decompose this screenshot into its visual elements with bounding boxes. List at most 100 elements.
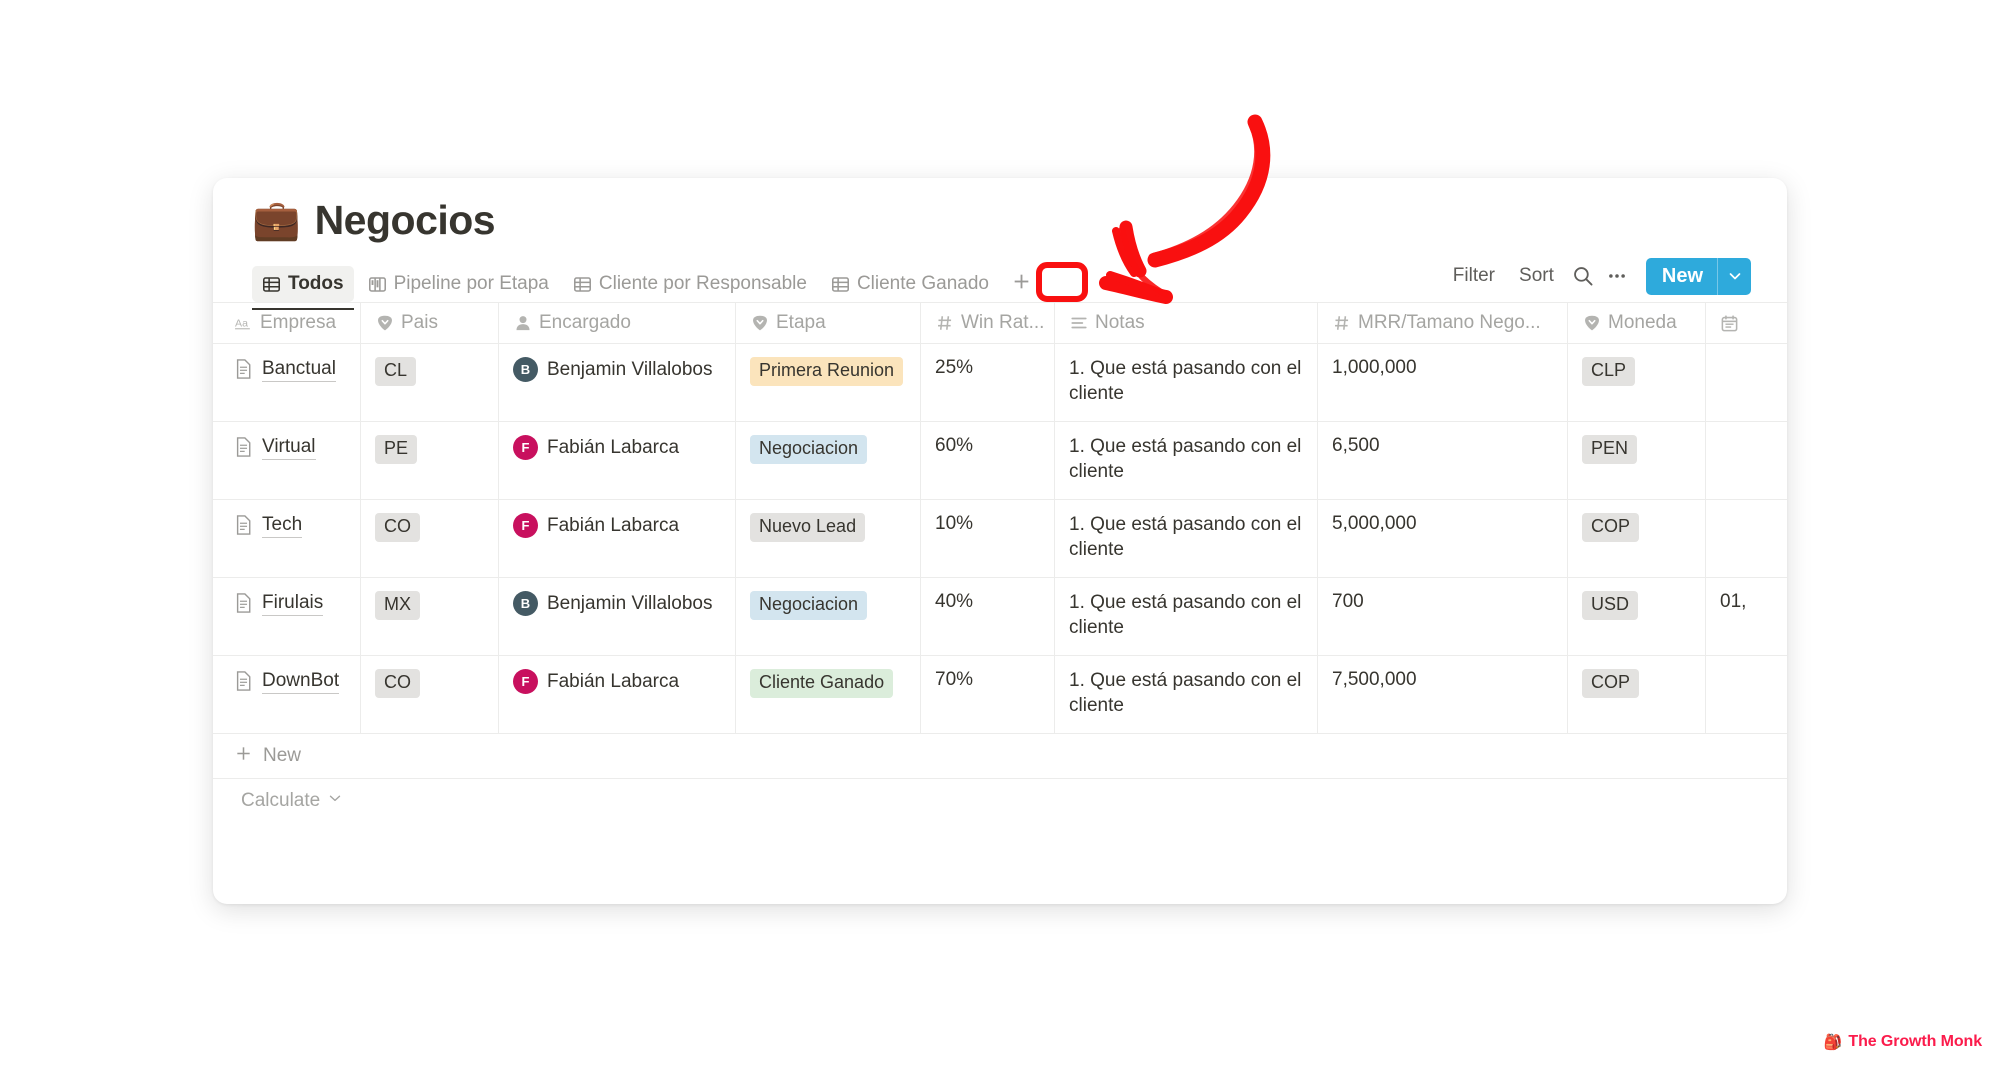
new-row-button[interactable]: New <box>213 734 1787 779</box>
cell-moneda[interactable]: COP <box>1568 500 1706 577</box>
column-header-mrr[interactable]: MRR/Tamano Nego... <box>1318 303 1568 343</box>
cell-mrr[interactable]: 700 <box>1318 578 1568 655</box>
cell-encargado[interactable]: F Fabián Labarca <box>499 422 736 499</box>
mrr-value: 7,500,000 <box>1332 669 1417 690</box>
page-title: Negocios <box>314 196 496 243</box>
cell-fecha[interactable] <box>1706 344 1787 421</box>
cell-fecha[interactable] <box>1706 500 1787 577</box>
cell-pais[interactable]: CO <box>361 656 499 733</box>
column-label: Empresa <box>260 312 337 333</box>
page-title-row: 💼 Negocios <box>213 178 1787 240</box>
empresa-link[interactable]: DownBot <box>262 669 340 694</box>
cell-mrr[interactable]: 6,500 <box>1318 422 1568 499</box>
column-header-win-rate[interactable]: Win Rat... <box>921 303 1055 343</box>
cell-win-rate[interactable]: 25% <box>921 344 1055 421</box>
notas-value: 1. Que está pasando con el cliente <box>1069 592 1302 638</box>
column-header-etapa[interactable]: Etapa <box>736 303 921 343</box>
cell-empresa[interactable]: Banctual <box>213 344 361 421</box>
sort-button[interactable]: Sort <box>1507 259 1566 293</box>
cell-mrr[interactable]: 5,000,000 <box>1318 500 1568 577</box>
cell-notas[interactable]: 1. Que está pasando con el cliente <box>1055 500 1318 577</box>
avatar: B <box>513 591 538 616</box>
cell-notas[interactable]: 1. Que está pasando con el cliente <box>1055 656 1318 733</box>
cell-etapa[interactable]: Cliente Ganado <box>736 656 921 733</box>
cell-etapa[interactable]: Primera Reunion <box>736 344 921 421</box>
calculate-button[interactable]: Calculate <box>213 779 1787 823</box>
table-row[interactable]: Virtual PE F Fabián Labarca Negociacion … <box>213 422 1787 500</box>
column-label: Encargado <box>539 312 631 333</box>
tab-cliente-por-responsable[interactable]: Cliente por Responsable <box>563 266 817 302</box>
empresa-link[interactable]: Banctual <box>262 357 336 382</box>
column-header-encargado[interactable]: Encargado <box>499 303 736 343</box>
mrr-value: 700 <box>1332 591 1364 612</box>
column-header-pais[interactable]: Pais <box>361 303 499 343</box>
filter-button[interactable]: Filter <box>1441 259 1507 293</box>
table-icon <box>573 275 592 294</box>
cell-mrr[interactable]: 7,500,000 <box>1318 656 1568 733</box>
table-row[interactable]: Firulais MX B Benjamin Villalobos Negoci… <box>213 578 1787 656</box>
cell-encargado[interactable]: B Benjamin Villalobos <box>499 578 736 655</box>
cell-encargado[interactable]: B Benjamin Villalobos <box>499 344 736 421</box>
empresa-link[interactable]: Tech <box>262 513 303 538</box>
cell-pais[interactable]: PE <box>361 422 499 499</box>
watermark-text: The Growth Monk <box>1848 1033 1982 1050</box>
cell-empresa[interactable]: Firulais <box>213 578 361 655</box>
moneda-tag: PEN <box>1582 435 1638 464</box>
cell-empresa[interactable]: Virtual <box>213 422 361 499</box>
cell-win-rate[interactable]: 10% <box>921 500 1055 577</box>
cell-etapa[interactable]: Negociacion <box>736 578 921 655</box>
column-header-fecha[interactable] <box>1706 303 1787 343</box>
new-button[interactable]: New <box>1645 257 1751 295</box>
add-view-button[interactable] <box>1005 268 1037 300</box>
person-name: Fabián Labarca <box>547 670 680 692</box>
ellipsis-icon[interactable] <box>1600 260 1634 292</box>
cell-etapa[interactable]: Nuevo Lead <box>736 500 921 577</box>
cell-moneda[interactable]: USD <box>1568 578 1706 655</box>
empresa-link[interactable]: Virtual <box>262 435 316 460</box>
table-row[interactable]: DownBot CO F Fabián Labarca Cliente Gana… <box>213 656 1787 734</box>
cell-etapa[interactable]: Negociacion <box>736 422 921 499</box>
cell-notas[interactable]: 1. Que está pasando con el cliente <box>1055 344 1318 421</box>
tab-cliente-ganado[interactable]: Cliente Ganado <box>821 266 999 302</box>
plus-icon <box>234 744 253 769</box>
notas-value: 1. Que está pasando con el cliente <box>1069 670 1302 716</box>
briefcase-icon: 💼 <box>252 198 301 242</box>
cell-empresa[interactable]: DownBot <box>213 656 361 733</box>
person-name: Fabián Labarca <box>547 514 680 536</box>
cell-encargado[interactable]: F Fabián Labarca <box>499 500 736 577</box>
new-row-label: New <box>263 745 302 766</box>
cell-moneda[interactable]: PEN <box>1568 422 1706 499</box>
cell-fecha[interactable] <box>1706 656 1787 733</box>
view-toolbar: Filter Sort New <box>1441 257 1787 295</box>
pais-tag: CO <box>375 669 420 698</box>
cell-notas[interactable]: 1. Que está pasando con el cliente <box>1055 578 1318 655</box>
cell-notas[interactable]: 1. Que está pasando con el cliente <box>1055 422 1318 499</box>
cell-empresa[interactable]: Tech <box>213 500 361 577</box>
tab-todos[interactable]: Todos <box>252 266 354 310</box>
cell-pais[interactable]: CO <box>361 500 499 577</box>
table-row[interactable]: Tech CO F Fabián Labarca Nuevo Lead 10% <box>213 500 1787 578</box>
cell-mrr[interactable]: 1,000,000 <box>1318 344 1568 421</box>
cell-encargado[interactable]: F Fabián Labarca <box>499 656 736 733</box>
search-icon[interactable] <box>1566 260 1600 292</box>
column-header-moneda[interactable]: Moneda <box>1568 303 1706 343</box>
table-row[interactable]: Banctual CL B Benjamin Villalobos Primer… <box>213 344 1787 422</box>
column-label: Notas <box>1095 312 1145 333</box>
tab-pipeline-por-etapa[interactable]: Pipeline por Etapa <box>358 266 559 302</box>
cell-fecha[interactable]: 01, <box>1706 578 1787 655</box>
cell-moneda[interactable]: CLP <box>1568 344 1706 421</box>
cell-win-rate[interactable]: 70% <box>921 656 1055 733</box>
monk-icon: 🎒 <box>1823 1033 1843 1051</box>
chevron-down-icon[interactable] <box>1717 257 1751 295</box>
cell-pais[interactable]: MX <box>361 578 499 655</box>
watermark: 🎒 The Growth Monk <box>1824 1033 1982 1051</box>
cell-pais[interactable]: CL <box>361 344 499 421</box>
cell-moneda[interactable]: COP <box>1568 656 1706 733</box>
calendar-icon <box>1720 314 1739 333</box>
cell-win-rate[interactable]: 40% <box>921 578 1055 655</box>
cell-win-rate[interactable]: 60% <box>921 422 1055 499</box>
pais-tag: CL <box>375 357 417 386</box>
empresa-link[interactable]: Firulais <box>262 591 324 616</box>
cell-fecha[interactable] <box>1706 422 1787 499</box>
column-header-notas[interactable]: Notas <box>1055 303 1318 343</box>
